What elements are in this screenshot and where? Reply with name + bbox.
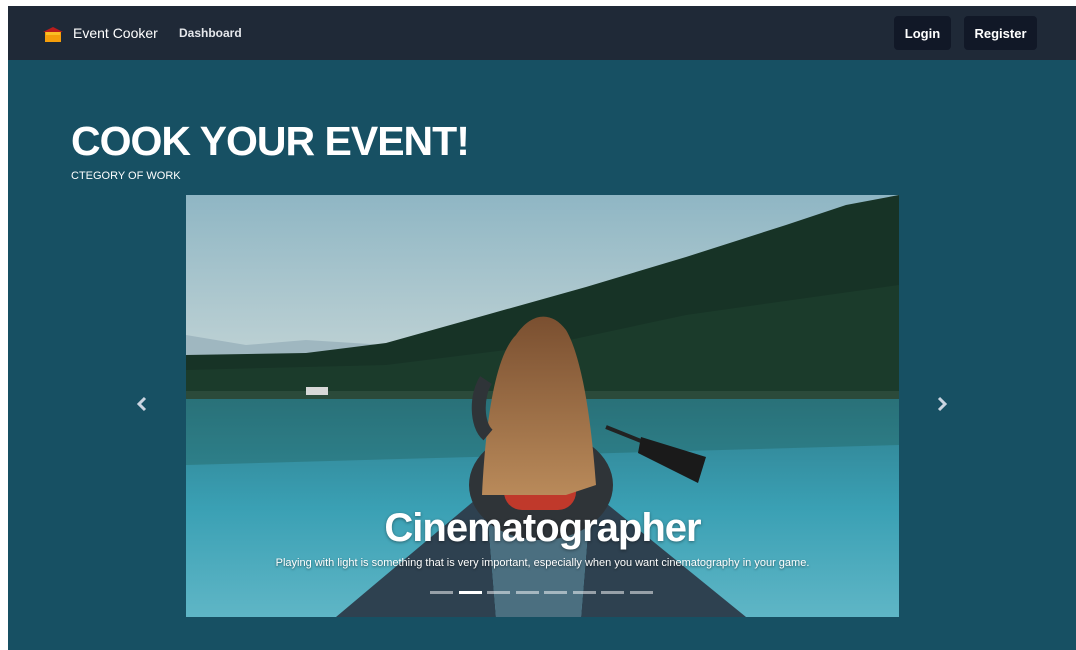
house-icon: [43, 25, 63, 42]
carousel-indicator[interactable]: [601, 591, 624, 594]
carousel-indicator[interactable]: [487, 591, 510, 594]
nav-link-dashboard[interactable]: Dashboard: [179, 24, 242, 42]
hero-title: COOK YOUR EVENT!: [71, 118, 470, 164]
chevron-right-icon: [936, 396, 948, 417]
carousel-next-button[interactable]: [932, 394, 952, 418]
carousel-indicator[interactable]: [430, 591, 453, 594]
carousel-indicator[interactable]: [458, 591, 482, 594]
carousel-indicators: [430, 591, 658, 595]
hero-subtitle: CTEGORY OF WORK: [71, 170, 181, 182]
brand-name: Event Cooker: [73, 25, 158, 41]
brand[interactable]: Event Cooker: [43, 24, 158, 42]
carousel-indicator[interactable]: [629, 591, 653, 594]
navbar: Event Cooker Dashboard Login Register: [8, 6, 1076, 60]
register-button[interactable]: Register: [964, 16, 1037, 50]
login-button[interactable]: Login: [894, 16, 951, 50]
carousel-indicator[interactable]: [572, 591, 596, 594]
page: Event Cooker Dashboard Login Register CO…: [8, 6, 1076, 650]
carousel-indicator[interactable]: [544, 591, 567, 594]
slide-title: Cinematographer: [384, 506, 701, 550]
chevron-left-icon: [136, 396, 148, 417]
slide-image: [186, 195, 899, 617]
carousel: Cinematographer Playing with light is so…: [186, 195, 899, 617]
carousel-indicator[interactable]: [515, 591, 539, 594]
carousel-prev-button[interactable]: [132, 394, 152, 418]
slide-description: Playing with light is something that is …: [275, 557, 810, 569]
